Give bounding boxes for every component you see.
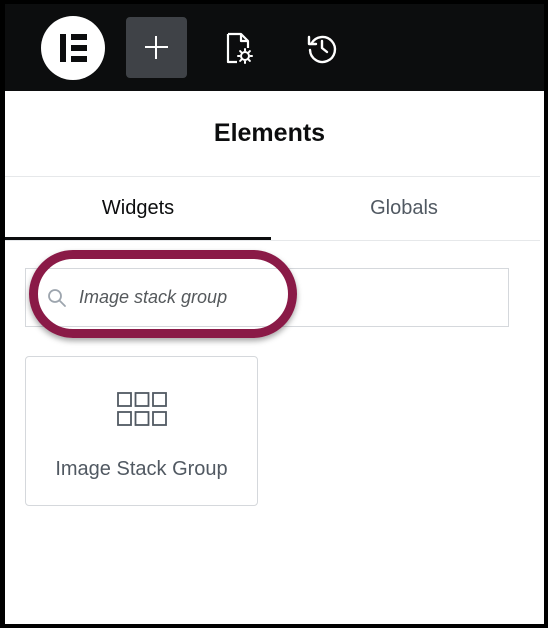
tab-globals-label: Globals [370,197,438,219]
history-button[interactable] [302,28,342,68]
grid-icon [117,392,167,426]
elementor-logo-icon[interactable] [41,16,105,80]
document-gear-icon [226,32,253,64]
tab-widgets[interactable]: Widgets [5,177,271,240]
tabs-divider [5,240,540,241]
tab-widgets-label: Widgets [101,197,175,219]
tab-globals[interactable]: Globals [271,177,537,240]
top-toolbar [5,4,544,91]
widget-image-stack-group[interactable]: Image Stack Group [25,356,258,506]
page-settings-button[interactable] [218,28,258,68]
search-highlight-annotation [29,250,297,338]
history-icon [307,35,337,64]
widget-label: Image Stack Group [55,458,228,480]
panel-title: Elements [213,119,326,147]
add-element-button[interactable] [126,17,187,78]
